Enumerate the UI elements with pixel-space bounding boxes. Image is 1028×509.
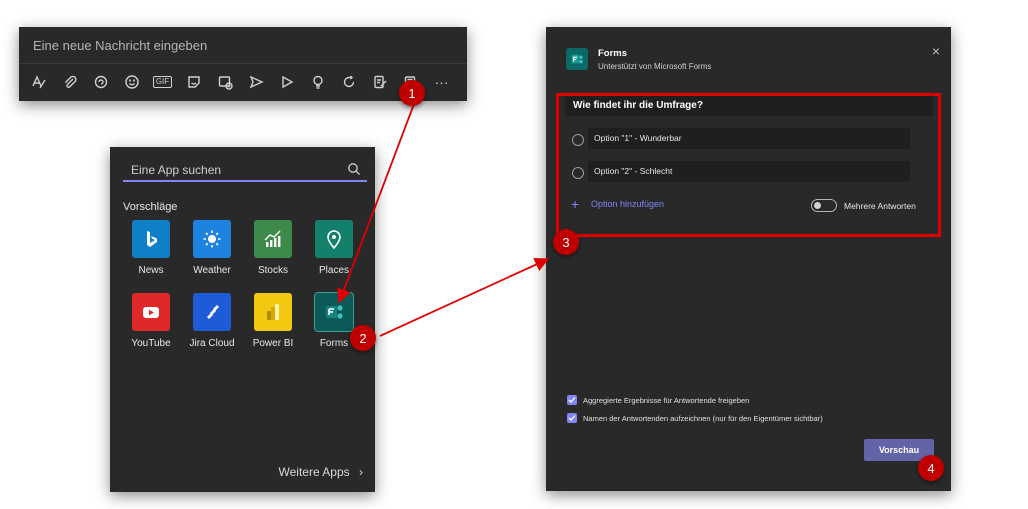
attach-icon[interactable] [54, 71, 85, 93]
multiple-answers-toggle[interactable] [811, 199, 837, 212]
record-names-label: Namen der Antwortenden aufzeichnen (nur … [583, 414, 823, 423]
callout-badge-1: 1 [399, 80, 425, 106]
forms-dialog: Forms Unterstützt von Microsoft Forms × … [546, 27, 951, 491]
app-places[interactable]: Places [304, 220, 364, 276]
forms-logo-icon [566, 48, 588, 70]
emoji-icon[interactable] [116, 71, 147, 93]
app-jira-cloud[interactable]: Jira Cloud [182, 293, 242, 349]
send-icon[interactable] [240, 71, 271, 93]
app-youtube[interactable]: YouTube [121, 293, 181, 349]
compose-toolbar: GIF ··· [23, 71, 457, 93]
sticker-icon[interactable] [178, 71, 209, 93]
divider [19, 63, 467, 64]
bing-news-icon [132, 220, 170, 258]
callout-badge-3: 3 [553, 229, 579, 255]
plus-icon[interactable]: + [571, 196, 579, 212]
radio-icon [572, 167, 584, 179]
share-results-checkbox[interactable] [567, 395, 577, 405]
app-search-input[interactable]: Eine App suchen [123, 158, 367, 182]
dialog-title: Forms [598, 48, 628, 59]
multiple-answers-label: Mehrere Antworten [844, 201, 916, 211]
more-apps-link[interactable]: Weitere Apps › [279, 465, 364, 479]
share-results-label: Aggregierte Ergebnisse für Antwortende f… [583, 396, 750, 405]
app-picker-panel: Eine App suchen Vorschläge News Weather … [110, 147, 375, 492]
more-icon[interactable]: ··· [426, 71, 457, 93]
chevron-right-icon: › [359, 465, 363, 479]
question-input[interactable]: Wie findet ihr die Umfrage? [565, 96, 933, 116]
loop-icon[interactable] [85, 71, 116, 93]
app-stocks[interactable]: Stocks [243, 220, 303, 276]
app-weather[interactable]: Weather [182, 220, 242, 276]
search-icon [348, 163, 360, 175]
add-option-link[interactable]: Option hinzufügen [591, 199, 664, 209]
places-icon [315, 220, 353, 258]
dialog-subtitle: Unterstützt von Microsoft Forms [598, 62, 712, 71]
jira-icon [193, 293, 231, 331]
weather-icon [193, 220, 231, 258]
youtube-icon [132, 293, 170, 331]
close-icon[interactable]: × [932, 43, 940, 59]
app-news[interactable]: News [121, 220, 181, 276]
record-names-checkbox[interactable] [567, 413, 577, 423]
callout-badge-4: 4 [918, 455, 944, 481]
praise-icon[interactable] [302, 71, 333, 93]
option-1-input[interactable]: Option "1" - Wunderbar [588, 128, 910, 149]
powerbi-icon [254, 293, 292, 331]
stocks-icon [254, 220, 292, 258]
approvals-icon[interactable] [364, 71, 395, 93]
radio-icon [572, 134, 584, 146]
stream-icon[interactable] [271, 71, 302, 93]
suggestions-heading: Vorschläge [123, 201, 178, 213]
format-icon[interactable] [23, 71, 54, 93]
callout-badge-2: 2 [350, 325, 376, 351]
gif-icon[interactable]: GIF [147, 71, 178, 93]
loop-refresh-icon[interactable] [333, 71, 364, 93]
forms-icon [314, 292, 354, 332]
option-2-input[interactable]: Option "2" - Schlecht [588, 161, 910, 182]
app-power-bi[interactable]: Power BI [243, 293, 303, 349]
schedule-meeting-icon[interactable] [209, 71, 240, 93]
message-input[interactable]: Eine neue Nachricht eingeben [33, 38, 207, 53]
